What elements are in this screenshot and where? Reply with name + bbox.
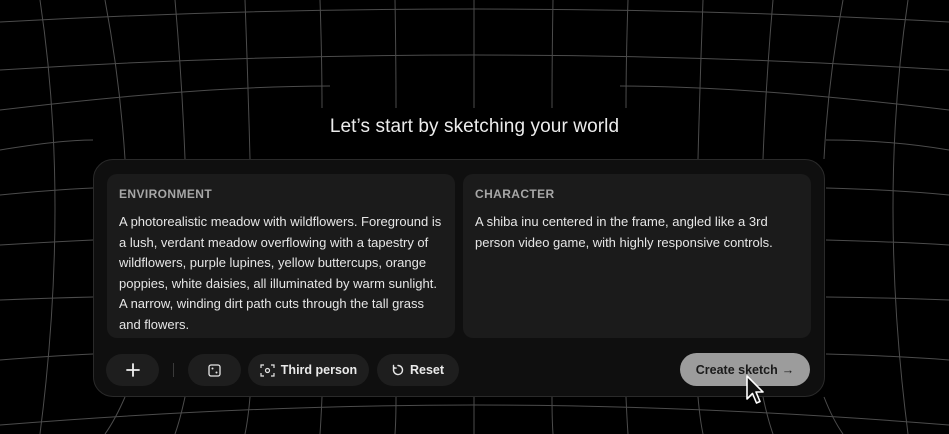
arrow-right-icon: → <box>781 362 795 377</box>
third-person-label: Third person <box>280 363 358 377</box>
reset-label: Reset <box>409 363 445 377</box>
dice-icon <box>208 363 221 377</box>
create-sketch-label: Create sketch <box>695 362 778 377</box>
plus-icon <box>125 363 140 377</box>
reset-button[interactable]: Reset <box>377 354 459 386</box>
reset-icon <box>392 364 404 376</box>
character-card[interactable]: CHARACTER A shiba inu centered in the fr… <box>463 174 811 338</box>
randomize-button[interactable] <box>188 354 241 386</box>
environment-text[interactable]: A photorealistic meadow with wildflowers… <box>119 212 443 335</box>
character-text[interactable]: A shiba inu centered in the frame, angle… <box>475 212 799 253</box>
character-label: CHARACTER <box>475 187 555 201</box>
third-person-button[interactable]: Third person <box>248 354 369 386</box>
environment-label: ENVIRONMENT <box>119 187 213 201</box>
page-title: Let’s start by sketching your world <box>329 116 620 137</box>
camera-view-icon <box>260 363 275 377</box>
environment-card[interactable]: ENVIRONMENT A photorealistic meadow with… <box>107 174 455 338</box>
add-button[interactable] <box>106 354 159 386</box>
mouse-pointer-icon <box>746 375 764 404</box>
toolbar-divider <box>173 363 174 377</box>
sketch-panel: ENVIRONMENT A photorealistic meadow with… <box>93 159 825 397</box>
